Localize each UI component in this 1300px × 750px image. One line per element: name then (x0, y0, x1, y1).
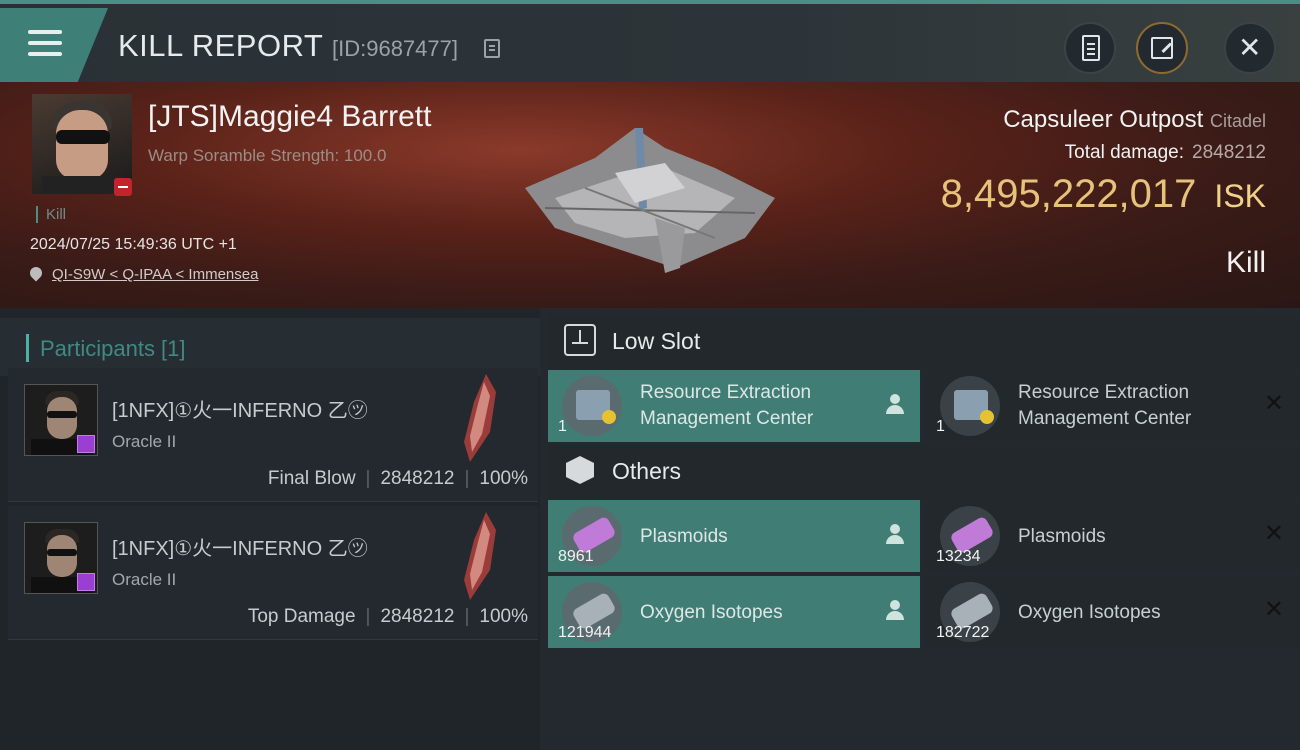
total-damage-label: Total damage: (1064, 142, 1185, 163)
item-quantity: 13234 (936, 548, 981, 565)
destroyed-x-icon: ✕ (1263, 519, 1284, 547)
module-icon (562, 376, 622, 436)
page-title: KILL REPORT (118, 28, 324, 63)
participant-damage: 2848212 (380, 468, 455, 489)
participant-row[interactable]: [1NFX]①火一INFERNO 乙㋡ Oracle II Top Damage… (8, 506, 538, 640)
item-name: Resource Extraction Management Center (1018, 382, 1192, 429)
participant-avatar[interactable] (24, 384, 98, 456)
copy-icon[interactable] (484, 39, 500, 58)
isk-amount: 8,495,222,017 (940, 172, 1197, 216)
low-slot-header: Low Slot (548, 314, 1300, 370)
participant-stats: Final Blow | 2848212 | 100% (267, 468, 528, 489)
report-id: [ID:9687477] (332, 36, 458, 61)
standing-minus-icon (114, 178, 132, 196)
target-class: Citadel (1209, 111, 1266, 131)
participant-role: Final Blow (267, 468, 356, 489)
menu-icon (28, 30, 62, 63)
isk-unit: ISK (1214, 178, 1266, 214)
kill-summary-banner: [JTS]Maggie4 Barrett Warp Soramble Stren… (0, 82, 1300, 308)
structure-render-image (525, 128, 775, 273)
total-damage: Total damage: 2848212 (1065, 142, 1266, 164)
item-row[interactable]: 182722 Oxygen Isotopes ✕ (926, 576, 1298, 648)
share-icon (1151, 37, 1173, 59)
dropped-person-icon (886, 600, 904, 620)
low-slot-icon (564, 324, 596, 356)
item-quantity: 1 (558, 418, 567, 435)
warp-scramble-strength: Warp Soramble Strength: 100.0 (148, 146, 387, 165)
close-icon: ✕ (1238, 31, 1262, 64)
item-row[interactable]: 8961 Plasmoids (548, 500, 920, 572)
share-button[interactable] (1136, 22, 1188, 74)
participants-panel: Participants [1] [1NFX]①火一INFERNO 乙㋡ Ora… (0, 308, 540, 750)
item-name: Resource Extraction Management Center (640, 382, 814, 429)
ship-icon (464, 374, 496, 462)
target-name-text[interactable]: Capsuleer Outpost (1003, 106, 1203, 133)
top-bar: KILL REPORT [ID:9687477] ✕ (0, 0, 1300, 82)
participant-avatar[interactable] (24, 522, 98, 594)
participant-percent: 100% (479, 606, 528, 627)
destroyed-x-icon: ✕ (1263, 595, 1284, 623)
participant-role: Top Damage (247, 606, 356, 627)
dropped-person-icon (886, 524, 904, 544)
clipboard-button[interactable] (1064, 22, 1116, 74)
item-quantity: 8961 (558, 548, 594, 565)
participant-name: [1NFX]①火一INFERNO 乙㋡ (112, 538, 368, 560)
item-row[interactable]: 1 Resource Extraction Management Center … (926, 370, 1298, 442)
kill-result: Kill (1225, 246, 1266, 279)
location-link[interactable]: QI-S9W < Q-IPAA < Immensea (52, 266, 258, 283)
item-name: Oxygen Isotopes (1018, 602, 1161, 623)
others-title: Others (612, 458, 682, 484)
participant-ship: Oracle II (112, 432, 177, 451)
participant-name: [1NFX]①火一INFERNO 乙㋡ (112, 400, 368, 422)
low-slot-title: Low Slot (612, 328, 701, 354)
item-quantity: 1 (936, 418, 945, 435)
participant-damage: 2848212 (380, 606, 455, 627)
item-row[interactable]: 1 Resource Extraction Management Center (548, 370, 920, 442)
item-row[interactable]: 121944 Oxygen Isotopes (548, 576, 920, 648)
participant-stats: Top Damage | 2848212 | 100% (247, 606, 528, 627)
fitting-panel: Low Slot 1 Resource Extraction Managemen… (540, 308, 1300, 750)
item-name: Plasmoids (640, 526, 728, 547)
target-name: Capsuleer Outpost Citadel (1003, 106, 1266, 134)
module-icon (940, 376, 1000, 436)
participant-ship: Oracle II (112, 570, 177, 589)
item-quantity: 121944 (558, 624, 612, 641)
isk-value: 8,495,222,017 ISK (941, 172, 1266, 217)
item-name: Oxygen Isotopes (640, 602, 783, 623)
clipboard-icon (1082, 35, 1100, 61)
destroyed-x-icon: ✕ (1263, 389, 1284, 417)
close-button[interactable]: ✕ (1224, 22, 1276, 74)
cube-icon (566, 456, 594, 484)
victim-name[interactable]: [JTS]Maggie4 Barrett (148, 100, 431, 134)
participant-percent: 100% (479, 468, 528, 489)
kill-datetime: 2024/07/25 15:49:36 UTC +1 (30, 236, 237, 253)
corp-badge-icon (77, 573, 95, 591)
item-row[interactable]: 13234 Plasmoids ✕ (926, 500, 1298, 572)
menu-button[interactable] (0, 8, 108, 82)
total-damage-value: 2848212 (1192, 142, 1266, 163)
location-pin-icon (30, 267, 42, 283)
item-quantity: 182722 (936, 624, 990, 641)
participants-title: Participants [1] (40, 336, 186, 361)
corp-badge-icon (77, 435, 95, 453)
ship-icon (464, 512, 496, 600)
dropped-person-icon (886, 394, 904, 414)
participant-row[interactable]: [1NFX]①火一INFERNO 乙㋡ Oracle II Final Blow… (8, 368, 538, 502)
item-name: Plasmoids (1018, 526, 1106, 547)
others-header: Others (548, 444, 1300, 500)
location-row[interactable]: QI-S9W < Q-IPAA < Immensea (30, 266, 258, 283)
kill-type-tag: Kill (36, 206, 66, 223)
